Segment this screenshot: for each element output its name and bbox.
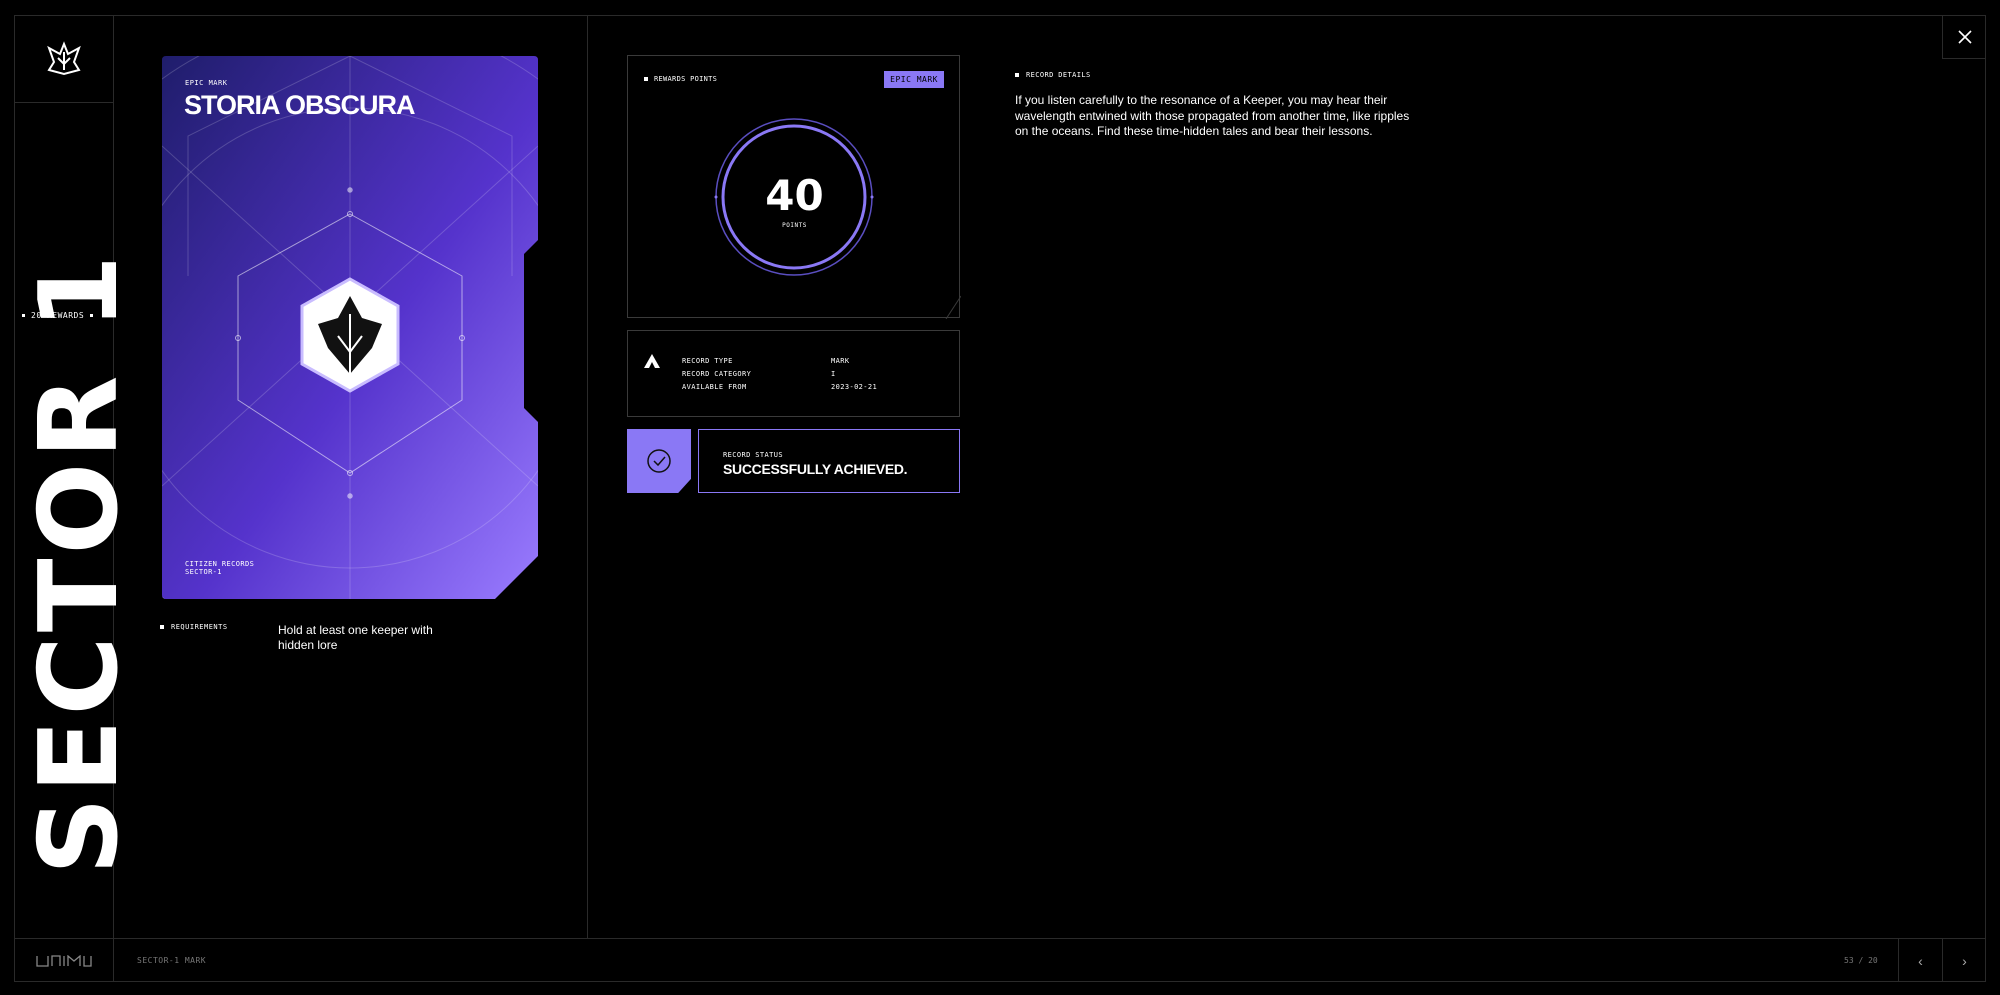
chevron-left-icon: ‹ [1918, 952, 1923, 969]
info-value: 2023-02-21 [831, 383, 878, 391]
requirements-text: Hold at least one keeper with hidden lor… [278, 623, 433, 652]
card-title: STORIA OBSCURA [184, 90, 416, 120]
footer-bar: SECTOR-1 MARK 53 / 20 ‹ › [14, 938, 1986, 982]
close-button[interactable] [1942, 15, 1986, 59]
check-circle-icon [647, 449, 671, 473]
status-label: RECORD STATUS [723, 451, 783, 459]
close-icon [1957, 29, 1972, 44]
record-info-panel: RECORD TYPE MARK RECORD CATEGORY I AVAIL… [627, 330, 960, 417]
sidebar: 20 REWARDS SECTOR 1 [14, 15, 122, 982]
record-type-icon [644, 354, 660, 368]
chevron-right-icon: › [1962, 952, 1967, 969]
wordmark-icon [35, 954, 92, 967]
bullet-icon [160, 625, 164, 629]
points-value: 40 [765, 171, 824, 220]
bullet-icon [1015, 73, 1019, 77]
bullet-icon [22, 314, 25, 317]
column-divider [587, 15, 588, 939]
brand-logo[interactable] [14, 15, 114, 103]
footer-logo [14, 939, 114, 982]
points-unit: POINTS [782, 222, 807, 229]
card-artwork [162, 56, 538, 599]
next-button[interactable]: › [1942, 939, 1986, 982]
record-status-panel: RECORD STATUS SUCCESSFULLY ACHIEVED. [698, 429, 960, 493]
status-value: SUCCESSFULLY ACHIEVED. [723, 461, 908, 477]
info-value: MARK [831, 357, 850, 365]
sector-vertical-title: SECTOR 1 [32, 251, 122, 875]
info-key: RECORD CATEGORY [682, 370, 752, 378]
page-counter: 53 / 20 [1844, 956, 1878, 965]
crown-logo-icon [47, 40, 81, 75]
svg-text:SECTOR 1: SECTOR 1 [32, 251, 122, 875]
footer-label: SECTOR-1 MARK [137, 956, 207, 965]
prev-button[interactable]: ‹ [1898, 939, 1942, 982]
card-type: EPIC MARK [185, 79, 228, 87]
info-value: I [831, 370, 836, 378]
details-text: If you listen carefully to the resonance… [1015, 93, 1410, 138]
mark-card: EPIC MARK STORIA OBSCURA CITIZEN RECORDS… [162, 56, 538, 599]
card-footer: CITIZEN RECORDS SECTOR-1 [185, 560, 255, 576]
details-label: RECORD DETAILS [1015, 71, 1091, 79]
info-key: AVAILABLE FROM [682, 383, 747, 391]
info-key: RECORD TYPE [682, 357, 733, 365]
requirements-label: REQUIREMENTS [160, 623, 228, 631]
points-panel: REWARDS POINTS EPIC MARK 40 POINTS [627, 55, 961, 319]
record-info-table: RECORD TYPE MARK RECORD CATEGORY I AVAIL… [682, 357, 911, 391]
status-icon-box [627, 429, 691, 493]
